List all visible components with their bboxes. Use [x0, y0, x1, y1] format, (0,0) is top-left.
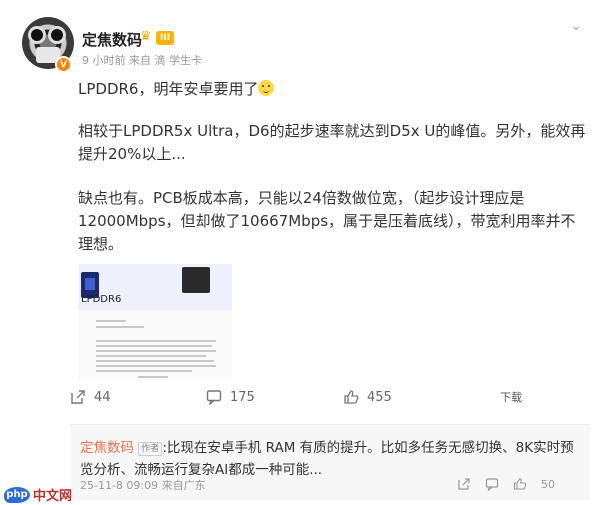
doc-text-line [96, 350, 216, 352]
memory-chip-photo [182, 267, 210, 293]
comment-button[interactable]: 175 [206, 388, 255, 406]
comment-like-count: 50 [541, 477, 555, 491]
verified-badge: V [55, 56, 72, 73]
share-count: 44 [94, 389, 111, 405]
crown-icon: ♛ [140, 29, 152, 44]
doc-text-line [96, 360, 214, 362]
comment-count: 175 [230, 389, 255, 405]
share-icon[interactable] [457, 477, 471, 491]
post-paragraph-1-text: LPDDR6，明年安卓要用了 [78, 80, 259, 98]
like-button[interactable]: 455 [343, 388, 392, 406]
php-logo: php [4, 486, 30, 503]
comment-time: 25-11-8 09:09 来自广东 [80, 479, 206, 492]
chevron-down-icon[interactable]: ⌄ [570, 18, 582, 34]
post-paragraph-2: 相较于LPDDR5x Ultra，D6的起步速率就达到D5x U的峰值。另外，能… [78, 122, 586, 163]
doc-text-line [96, 326, 144, 328]
watermark-text: 中文网 [33, 489, 73, 504]
doc-text-line [96, 340, 216, 342]
comment-icon[interactable] [485, 477, 499, 491]
doc-text-line [96, 320, 126, 322]
avatar-lens [48, 26, 66, 44]
download-button[interactable]: 下载 [500, 388, 522, 406]
thumbs-up-icon [344, 390, 359, 404]
post-image[interactable]: LPDDR6 [78, 264, 232, 380]
doc-text-line [96, 365, 216, 367]
doc-text-line [96, 355, 206, 357]
comment-icon [206, 390, 222, 405]
post-paragraph-3: 缺点也有。PCB板成本高，只能以24倍数做位宽，（起步设计理应是12000Mbp… [78, 189, 576, 253]
author-name[interactable]: 定焦数码 [82, 29, 142, 50]
comment-item: 定焦数码 作者:比现在安卓手机 RAM 有质的提升。比如多任务无感切换、8K实时… [70, 424, 590, 500]
share-icon [71, 390, 85, 404]
image-header: LPDDR6 [78, 264, 232, 310]
share-button[interactable]: 44 [70, 388, 111, 406]
doc-text-line [96, 370, 192, 372]
like-count: 455 [367, 389, 392, 405]
post-meta: 9 小时前 来自 滴 学生卡 [82, 54, 202, 67]
smile-emoji-icon [258, 80, 275, 96]
weibo-post: V 定焦数码 ♛ III 9 小时前 来自 滴 学生卡 ⌄ LPDDR6，明年安… [0, 0, 600, 420]
thumbs-up-icon[interactable] [513, 477, 527, 491]
post-paragraph-1: LPDDR6，明年安卓要用了 [78, 78, 588, 101]
image-label: LPDDR6 [81, 294, 122, 305]
doc-text-line [138, 376, 168, 378]
avatar-lens [28, 26, 46, 44]
comment-actions: 50 [457, 477, 555, 491]
doc-text-line [96, 345, 212, 347]
author-badge: 作者 [138, 442, 163, 456]
comment-text: 定焦数码 作者:比现在安卓手机 RAM 有质的提升。比如多任务无感切换、8K实时… [80, 437, 580, 481]
comment-username[interactable]: 定焦数码 [80, 440, 134, 456]
level-badge: III [156, 31, 175, 45]
site-watermark: php 中文网 [4, 485, 72, 504]
